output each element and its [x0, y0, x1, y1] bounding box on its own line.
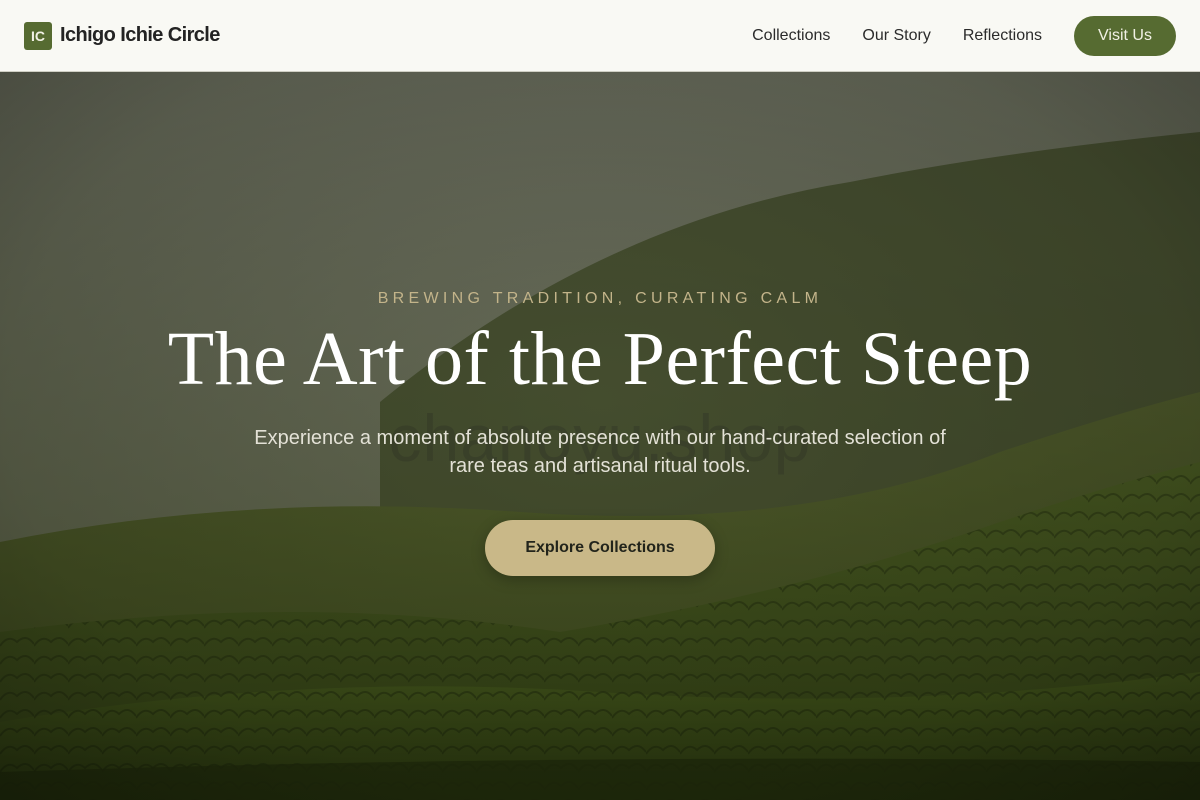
hero-content: BREWING TRADITION, CURATING CALM The Art… [0, 72, 1200, 800]
hero-subtitle: Experience a moment of absolute presence… [254, 426, 946, 477]
visit-us-button[interactable]: Visit Us [1074, 15, 1176, 56]
hero-eyebrow: BREWING TRADITION, CURATING CALM [377, 290, 823, 307]
main-nav: Collections Our Story Reflections Visit … [752, 15, 1176, 56]
nav-link-our-story[interactable]: Our Story [862, 27, 930, 45]
hero-section: chanoyu.shop BREWING TRADITION, CURATING… [0, 72, 1200, 800]
nav-link-collections[interactable]: Collections [752, 27, 830, 45]
explore-collections-button[interactable]: Explore Collections [485, 519, 715, 576]
nav-link-reflections[interactable]: Reflections [963, 27, 1042, 45]
brand-name: Ichigo Ichie Circle [60, 24, 220, 46]
top-navbar: IC Ichigo Ichie Circle Collections Our S… [0, 0, 1200, 72]
brand-logo[interactable]: IC Ichigo Ichie Circle [24, 21, 220, 50]
brand-mark-icon: IC [24, 21, 52, 50]
hero-title: The Art of the Perfect Steep [167, 317, 1033, 401]
